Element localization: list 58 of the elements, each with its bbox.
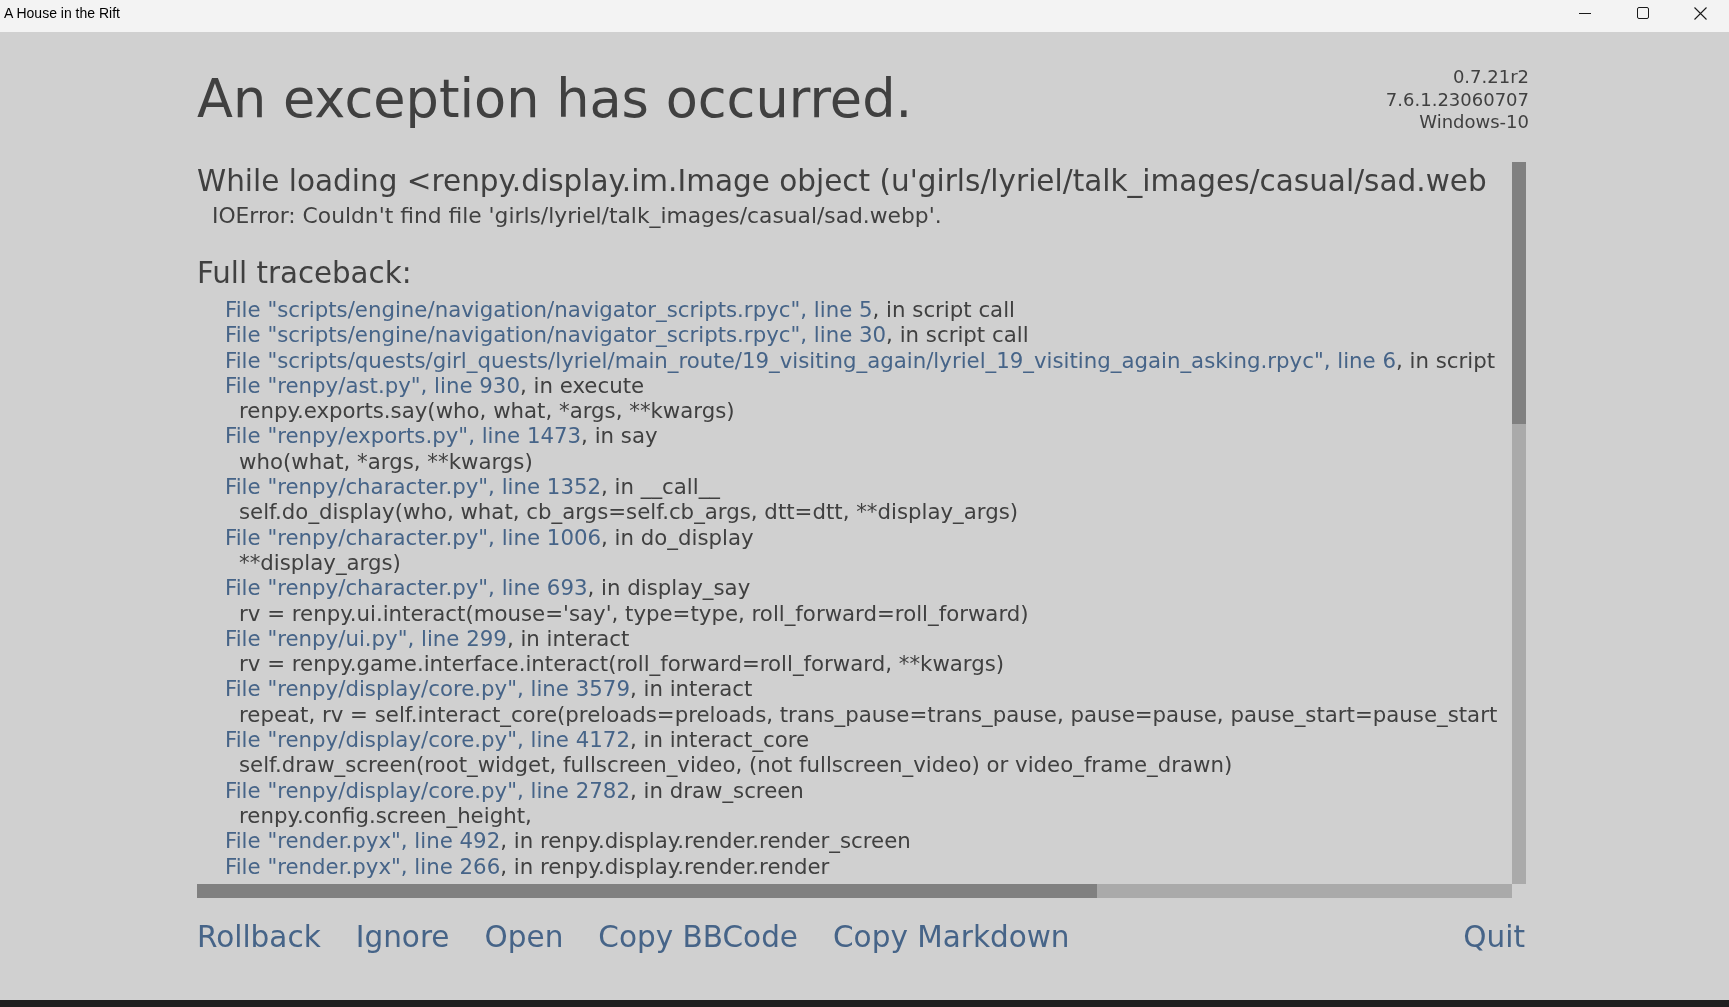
scrollbar-thumb[interactable]: [197, 884, 1097, 898]
code-line: renpy.config.screen_height,: [238, 802, 533, 829]
source-link[interactable]: File "renpy/exports.py", line 1473: [225, 423, 582, 449]
traceback-frame: File "render.pyx", line 266, in renpy.display.render.render: [197, 853, 1512, 879]
window-title: A House in the Rift: [3, 4, 121, 23]
version-text: 7.6.1.23060707: [1385, 88, 1529, 111]
traceback-frame: File "scripts/engine/navigation/navigator_scripts.rpyc", line 5, in script call: [197, 297, 1512, 323]
traceback-frame: File "renpy/display/core.py", line 3579, in interact: [197, 676, 1512, 702]
source-link[interactable]: File "renpy/display/core.py", line 2782: [225, 777, 630, 803]
action-button[interactable]: Ignore: [355, 918, 450, 956]
version-text: 0.7.21r2: [1452, 66, 1529, 89]
traceback-frame: File "renpy/character.py", line 1352, in __call__: [197, 474, 1512, 500]
traceback-frame: File "renpy/character.py", line 693, in display_say: [197, 575, 1512, 601]
code-line: self.draw_screen(root_widget, fullscreen_video, (not fullscreen_video) or video_frame_drawn): [238, 752, 1234, 778]
action-button[interactable]: Copy BBCode: [598, 918, 798, 956]
version-text: Windows-10: [1419, 111, 1529, 134]
traceback-frame: File "render.pyx", line 492, in renpy.display.render.render_screen: [197, 828, 1512, 854]
source-link[interactable]: File "renpy/ast.py", line 930: [225, 372, 520, 398]
source-link[interactable]: File "renpy/character.py", line 693: [225, 575, 588, 601]
code-line: **display_args): [238, 549, 402, 576]
source-link[interactable]: File "renpy/ui.py", line 299: [225, 625, 507, 651]
source-link[interactable]: File "renpy/display/core.py", line 3579: [225, 676, 630, 702]
horizontal-scrollbar[interactable]: [197, 884, 1512, 898]
source-link[interactable]: File "render.pyx", line 492: [225, 828, 501, 854]
traceback-heading: Full traceback:: [197, 255, 413, 291]
source-link[interactable]: File "scripts/engine/navigation/navigator_scripts.rpyc", line 5: [225, 297, 873, 322]
code-line: rv = renpy.ui.interact(mouse='say', type=type, roll_forward=roll_forward): [238, 600, 1030, 626]
traceback-frame: File "renpy/character.py", line 1006, in do_display: [197, 524, 1512, 550]
code-line: who(what, *args, **kwargs): [238, 448, 534, 475]
traceback-frame: File "renpy/ast.py", line 930, in execute: [197, 372, 1512, 399]
quit-button[interactable]: Quit: [1463, 918, 1525, 956]
error-message: IOError: Couldn't find file 'girls/lyriel/talk_images/casual/sad.webp'.: [211, 203, 943, 229]
source-link[interactable]: File "render.pyx", line 266: [225, 853, 501, 879]
source-link[interactable]: File "renpy/character.py", line 1352: [225, 474, 602, 500]
traceback-frame: File "renpy/display/core.py", line 2782, in draw_screen: [197, 777, 1512, 803]
close-icon[interactable]: [1693, 6, 1707, 20]
action-button[interactable]: Rollback: [197, 918, 321, 956]
minimize-icon[interactable]: [1579, 12, 1591, 14]
code-line: renpy.exports.say(who, what, *args, **kwargs): [238, 398, 736, 424]
exception-message: While loading <renpy.display.im.Image object (u'girls/lyriel/talk_images/casual/sad.web: [197, 163, 1488, 200]
source-link[interactable]: File "renpy/display/core.py", line 4172: [225, 727, 630, 753]
traceback-frame: File "renpy/display/core.py", line 4172, in interact_core: [197, 727, 1512, 753]
code-line: repeat, rv = self.interact_core(preloads=preloads, trans_pause=trans_pause, pause=pause, pause_start=pause_start: [238, 701, 1499, 728]
source-link[interactable]: File "scripts/quests/girl_quests/lyriel/main_route/19_visiting_again/lyriel_19_visiting_again_asking.rpyc", line 6: [225, 347, 1396, 373]
code-line: rv = renpy.game.interface.interact(roll_forward=roll_forward, **kwargs): [238, 651, 1006, 677]
scrollbar-thumb[interactable]: [1512, 162, 1526, 424]
code-line: self.do_display(who, what, cb_args=self.cb_args, dtt=dtt, **display_args): [238, 499, 1020, 525]
error-title: An exception has occurred.: [197, 69, 913, 129]
source-link[interactable]: File "scripts/engine/navigation/navigator_scripts.rpyc", line 30: [225, 322, 887, 348]
traceback-frame: File "renpy/ui.py", line 299, in interact: [197, 625, 1512, 652]
action-button[interactable]: Open: [484, 918, 564, 956]
maximize-icon[interactable]: [1636, 7, 1649, 19]
traceback-frame: File "renpy/exports.py", line 1473, in say: [197, 423, 1512, 449]
traceback-frame: File "scripts/engine/navigation/navigator_scripts.rpyc", line 30, in script call: [197, 322, 1512, 348]
action-button[interactable]: Copy Markdown: [833, 918, 1070, 956]
traceback-frame: File "scripts/quests/girl_quests/lyriel/main_route/19_visiting_again/lyriel_19_visiting_again_asking.rpyc", line 6, in script: [197, 347, 1512, 373]
vertical-scrollbar[interactable]: [1512, 162, 1526, 884]
source-link[interactable]: File "renpy/character.py", line 1006: [225, 524, 602, 550]
